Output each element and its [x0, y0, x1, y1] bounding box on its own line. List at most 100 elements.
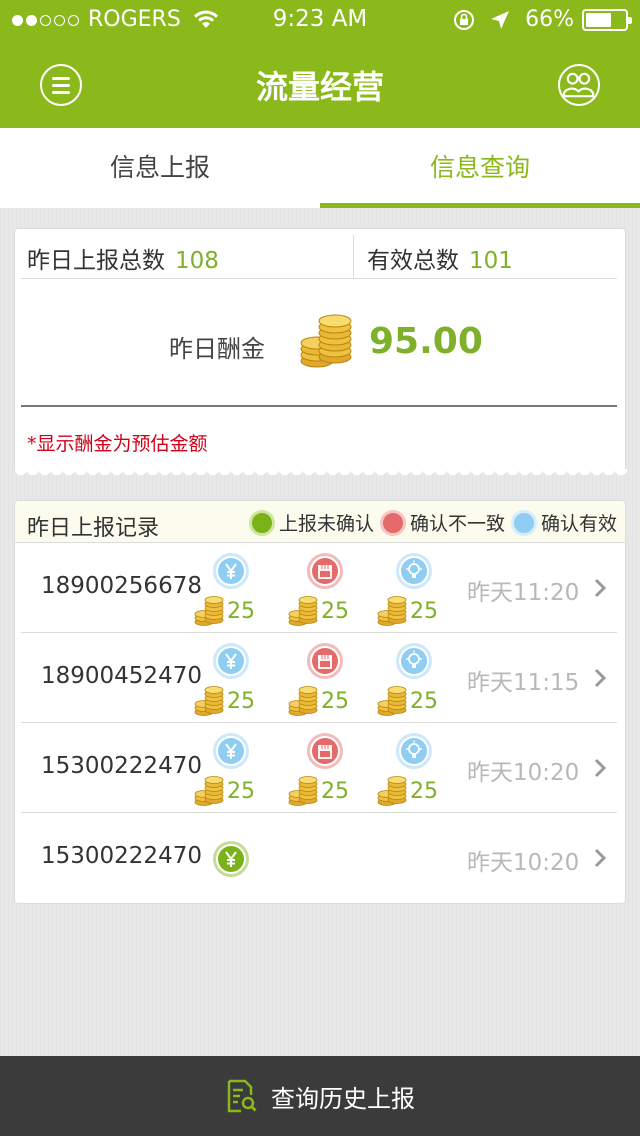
record-row[interactable]: 18900452470 25 25 25 昨天11:15 [21, 633, 617, 723]
coins-icon [376, 593, 408, 627]
reward-amount: 25 [227, 779, 255, 804]
reward-amount: 25 [321, 599, 349, 624]
battery-icon [582, 8, 632, 31]
record-phone: 18900452470 [41, 663, 202, 689]
legend-item-unconfirmed: 上报未确认 [248, 509, 374, 536]
record-status: 25 [376, 733, 456, 811]
legend-label: 上报未确认 [278, 513, 374, 535]
valid-stat: 有效总数 101 [367, 241, 513, 275]
status-left: ROGERS [12, 7, 219, 32]
query-history-button[interactable]: 查询历史上报 [0, 1056, 640, 1136]
reward-amount: 25 [321, 779, 349, 804]
store-icon [307, 643, 343, 679]
reward-amount: 25 [410, 599, 438, 624]
signal-dot [40, 15, 51, 26]
coins-icon [287, 773, 319, 807]
record-time: 昨天10:20 [467, 850, 580, 876]
carrier-name: ROGERS [88, 7, 181, 32]
battery-fill [586, 12, 611, 27]
total-label: 昨日上报总数 [27, 248, 165, 274]
record-status: 25 [193, 733, 273, 811]
record-status: 25 [193, 553, 273, 631]
reward-amount: 25 [227, 599, 255, 624]
legend-label: 确认不一致 [409, 513, 505, 535]
yen-icon [213, 733, 249, 769]
signal-dot [54, 15, 65, 26]
estimate-note: *显示酬金为预估金额 [27, 433, 208, 455]
ticket-edge [15, 469, 627, 479]
status-right: 66% [453, 7, 632, 32]
record-status: 25 [376, 643, 456, 721]
record-time: 昨天11:15 [467, 670, 580, 696]
record-row[interactable]: 18900256678 25 25 25 昨天11:20 [21, 543, 617, 633]
legend-item-valid: 确认有效 [510, 509, 617, 536]
record-row[interactable]: 15300222470 昨天10:20 [21, 813, 617, 903]
reward-amount: 25 [321, 689, 349, 714]
valid-value: 101 [469, 248, 513, 274]
total-value: 108 [175, 248, 219, 274]
legend-item-inconsistent: 确认不一致 [379, 509, 505, 536]
tab-query[interactable]: 信息查询 [320, 128, 640, 208]
bottom-bar: 查询历史上报 [0, 1056, 640, 1136]
tab-report[interactable]: 信息上报 [0, 128, 320, 208]
bulb-icon [396, 553, 432, 589]
yen-icon [213, 841, 249, 877]
record-phone: 15300222470 [41, 843, 202, 869]
legend-label: 确认有效 [540, 513, 617, 535]
bulb-icon [396, 733, 432, 769]
page-title: 流量经营 [255, 68, 384, 106]
tab-active-indicator [320, 203, 640, 208]
reward-amount: 25 [410, 689, 438, 714]
chevron-right-icon [593, 847, 607, 869]
record-phone: 15300222470 [41, 753, 202, 779]
signal-strength-icon [12, 7, 82, 32]
reward-label: 昨日酬金 [169, 335, 265, 363]
records-title: 昨日上报记录 [27, 516, 160, 541]
nav-bar: 流量经营 [0, 40, 640, 128]
coins-icon [287, 683, 319, 717]
location-arrow-icon [491, 10, 510, 29]
signal-dot [26, 15, 37, 26]
signal-dot [68, 15, 79, 26]
user-group-icon [562, 72, 595, 98]
coins-icon [193, 593, 225, 627]
store-icon [307, 733, 343, 769]
coins-icon [287, 593, 319, 627]
status-bar: ROGERS 9:23 AM 66% [0, 0, 640, 40]
record-status: 25 [193, 643, 273, 721]
total-stat: 昨日上报总数 108 [27, 241, 219, 275]
record-status [193, 823, 273, 901]
records-header: 昨日上报记录 上报未确认 确认不一致 确认有效 [15, 501, 625, 543]
battery-percent: 66% [525, 7, 574, 32]
summary-card: 昨日上报总数 108 有效总数 101 昨日酬金 95.00 *显示酬金为预估金额 [14, 228, 627, 479]
chevron-right-icon [593, 757, 607, 779]
coins-icon [193, 683, 225, 717]
records-card: 昨日上报记录 上报未确认 确认不一致 确认有效 18900256678 25 25 2… [14, 500, 626, 904]
record-status: 25 [287, 733, 367, 811]
wifi-icon [193, 10, 218, 28]
signal-dot [12, 15, 23, 26]
query-history-label: 查询历史上报 [271, 1084, 415, 1113]
status-legend: 上报未确认 确认不一致 确认有效 [243, 509, 617, 536]
reward-value: 95.00 [369, 321, 483, 362]
coins-icon [193, 773, 225, 807]
reward-amount: 25 [227, 689, 255, 714]
yen-icon [213, 553, 249, 589]
record-status: 25 [376, 553, 456, 631]
record-status: 25 [287, 643, 367, 721]
stat-divider [353, 235, 354, 279]
coins-icon [300, 314, 352, 368]
user-group-button[interactable] [558, 64, 600, 106]
tab-bar: 信息上报 信息查询 [0, 128, 640, 208]
coins-icon [376, 683, 408, 717]
record-time: 昨天11:20 [467, 580, 580, 606]
chevron-right-icon [593, 667, 607, 689]
rotation-lock-icon [454, 9, 475, 30]
blue-dot-icon [510, 509, 537, 536]
record-row[interactable]: 15300222470 25 25 25 昨天10:20 [21, 723, 617, 813]
store-icon [307, 553, 343, 589]
valid-label: 有效总数 [367, 248, 459, 274]
yen-icon [213, 643, 249, 679]
green-dot-icon [248, 509, 275, 536]
reward-amount: 25 [410, 779, 438, 804]
